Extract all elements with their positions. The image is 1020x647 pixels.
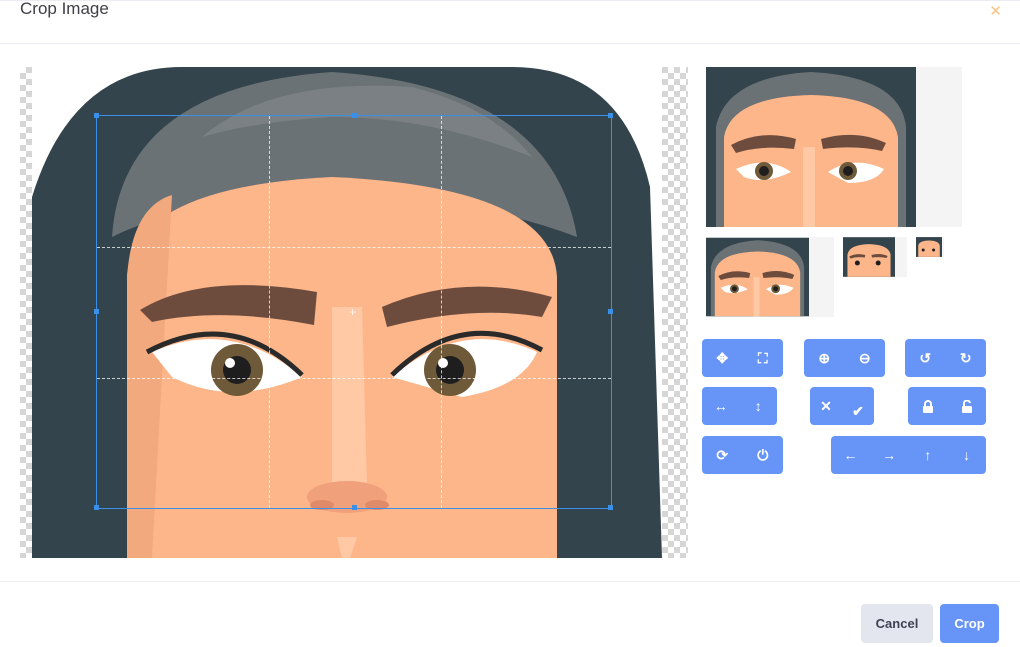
modal-title: Crop Image bbox=[20, 0, 109, 18]
lock-button-group bbox=[908, 387, 986, 425]
resize-handle-e[interactable] bbox=[608, 309, 613, 314]
arrow-down-icon[interactable]: ↓ bbox=[954, 442, 980, 468]
flip-button-group: ↔ ↕ bbox=[702, 387, 777, 425]
move-arrows-button-group: ← → ↑ ↓ bbox=[831, 436, 986, 474]
resize-handle-nw[interactable] bbox=[94, 113, 99, 118]
check-icon[interactable]: ✔ bbox=[845, 388, 871, 424]
flip-vertical-icon[interactable]: ↕ bbox=[745, 393, 771, 419]
crop-guide-line bbox=[269, 116, 270, 508]
zoom-out-icon[interactable]: ⊖ bbox=[852, 345, 878, 371]
flip-horizontal-icon[interactable]: ↔ bbox=[708, 393, 734, 419]
modal-header: Crop Image ✕ bbox=[0, 0, 1020, 44]
resize-handle-ne[interactable] bbox=[608, 113, 613, 118]
preview-large bbox=[706, 67, 962, 227]
rotate-left-icon[interactable]: ↺ bbox=[912, 345, 938, 371]
arrow-up-icon[interactable]: ↑ bbox=[915, 442, 941, 468]
move-icon[interactable]: ✥ bbox=[709, 345, 735, 371]
unlock-icon[interactable] bbox=[954, 393, 980, 419]
crop-box[interactable]: + bbox=[94, 113, 613, 510]
resize-handle-sw[interactable] bbox=[94, 505, 99, 510]
crop-button[interactable]: Crop bbox=[940, 604, 999, 643]
arrow-left-icon[interactable]: ← bbox=[837, 442, 863, 468]
cancel-button[interactable]: Cancel bbox=[861, 604, 933, 643]
preview-small bbox=[843, 237, 907, 277]
arrow-right-icon[interactable]: → bbox=[876, 442, 902, 468]
crop-canvas[interactable]: + bbox=[20, 67, 688, 558]
preview-medium bbox=[706, 237, 834, 317]
close-icon[interactable]: ✕ bbox=[989, 3, 1002, 21]
mode-button-group: ✥ ⛶ bbox=[702, 339, 783, 377]
crop-guide-line bbox=[97, 378, 611, 379]
clear-icon[interactable]: ✕ bbox=[813, 393, 839, 419]
crop-icon[interactable]: ⛶ bbox=[750, 345, 776, 371]
zoom-in-icon[interactable]: ⊕ bbox=[811, 345, 837, 371]
lock-icon[interactable] bbox=[915, 393, 941, 419]
resize-handle-n[interactable] bbox=[352, 113, 357, 118]
resize-handle-se[interactable] bbox=[608, 505, 613, 510]
crop-guide-line bbox=[97, 247, 611, 248]
zoom-button-group: ⊕ ⊖ bbox=[804, 339, 885, 377]
clear-commit-button-group: ✕ ✔ bbox=[810, 387, 874, 425]
power-icon[interactable]: ⏻ bbox=[750, 442, 776, 468]
rotate-button-group: ↺ ↻ bbox=[905, 339, 986, 377]
crop-center-mark: + bbox=[349, 305, 357, 319]
reset-button-group: ⟳ ⏻ bbox=[702, 436, 783, 474]
resize-handle-s[interactable] bbox=[352, 505, 357, 510]
preview-tiny bbox=[916, 237, 944, 257]
crop-guide-line bbox=[441, 116, 442, 508]
resize-handle-w[interactable] bbox=[94, 309, 99, 314]
refresh-icon[interactable]: ⟳ bbox=[709, 442, 735, 468]
rotate-right-icon[interactable]: ↻ bbox=[953, 345, 979, 371]
